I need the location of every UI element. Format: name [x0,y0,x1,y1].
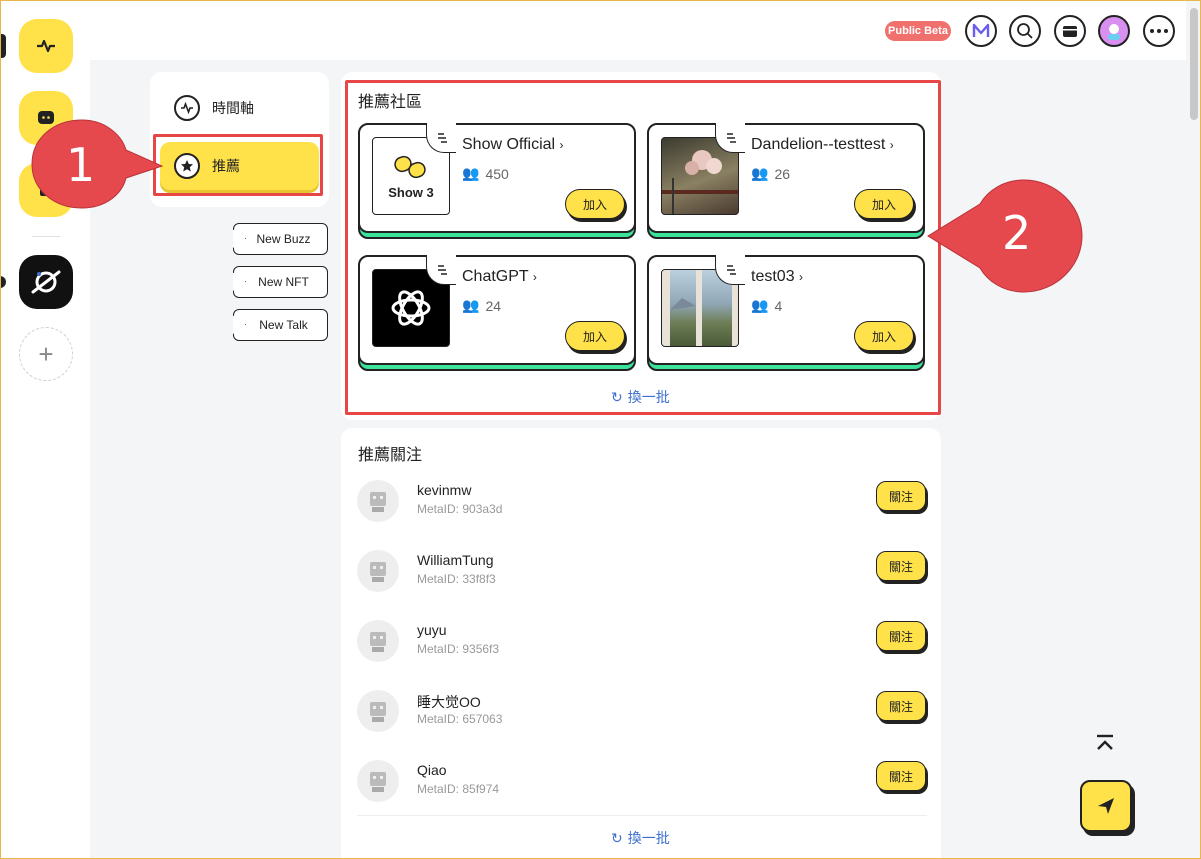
rail-app-indicator [0,276,6,288]
user-name[interactable]: WilliamTung [417,552,494,568]
chevron-up-bar-icon [1097,734,1113,750]
rail-active-indicator [0,34,6,58]
follow-button[interactable]: 關注 [876,691,926,721]
wallet-button[interactable] [1054,15,1086,47]
robot-avatar-icon [370,632,386,652]
avatar [357,620,399,662]
robot-avatar-icon [370,562,386,582]
scroll-to-top-button[interactable] [1094,734,1116,758]
avatar [357,690,399,732]
avatar [357,480,399,522]
activity-icon [37,39,55,53]
user-metaid: MetaID: 85f974 [417,782,500,796]
user-name[interactable]: 睡大觉OO [417,692,481,712]
follow-button[interactable]: 關注 [876,481,926,511]
user-row[interactable]: WilliamTung MetaID: 33f8f3 關注 [357,550,927,606]
refresh-icon: ↻ [611,829,623,846]
nav-timeline-label: 時間軸 [212,100,254,116]
robot-avatar-icon [370,702,386,722]
user-name[interactable]: Qiao [417,762,447,778]
add-icon: + [38,338,54,369]
follow-button[interactable]: 關注 [876,621,926,651]
add-community-button[interactable]: + [19,327,73,381]
robot-avatar-icon [370,772,386,792]
callout-highlight-1 [153,134,323,196]
list-divider [357,815,927,816]
follow-button[interactable]: 關注 [876,761,926,791]
user-name[interactable]: yuyu [417,622,447,638]
callout-number-1: 1 [66,138,96,192]
compose-post-button[interactable] [1080,780,1132,832]
metaid-button[interactable] [965,15,997,47]
timeline-icon [174,95,200,121]
callout-highlight-2 [345,80,941,415]
new-nft-button[interactable]: New NFT [233,266,328,298]
send-icon [1098,798,1114,814]
public-beta-badge: Public Beta [885,21,951,41]
follow-list: kevinmw MetaID: 903a3d 關注 WilliamTung Me… [341,428,941,859]
user-metaid: MetaID: 9356f3 [417,642,500,656]
search-button[interactable] [1009,15,1041,47]
user-avatar-icon [1108,24,1120,40]
follows-refresh-button[interactable]: ↻ 換一批 [611,828,670,848]
avatar [357,550,399,592]
orbit-app-icon [31,270,61,294]
user-metaid: MetaID: 903a3d [417,502,503,516]
new-buzz-button[interactable]: New Buzz [233,223,328,255]
more-icon [1150,29,1168,33]
user-metaid: MetaID: 33f8f3 [417,572,496,586]
user-row[interactable]: yuyu MetaID: 9356f3 關注 [357,620,927,676]
new-talk-button[interactable]: New Talk [233,309,328,341]
rail-divider [32,236,60,237]
scrollbar-thumb[interactable] [1190,8,1198,120]
user-metaid: MetaID: 657063 [417,712,503,726]
more-button[interactable] [1143,15,1175,47]
rail-orbit-app-button[interactable] [19,255,73,309]
user-row[interactable]: Qiao MetaID: 85f974 關注 [357,760,927,816]
user-row[interactable]: kevinmw MetaID: 903a3d 關注 [357,480,927,536]
rail-activity-button[interactable] [19,19,73,73]
wallet-icon [1063,26,1077,37]
profile-avatar-button[interactable] [1098,15,1130,47]
user-name[interactable]: kevinmw [417,482,471,498]
avatar [357,760,399,802]
scrollbar-track[interactable] [1186,0,1201,859]
metaid-logo-icon [972,23,990,37]
user-row[interactable]: 睡大觉OO MetaID: 657063 關注 [357,690,927,746]
follow-button[interactable]: 關注 [876,551,926,581]
robot-avatar-icon [370,492,386,512]
search-icon [1017,23,1033,39]
callout-number-2: 2 [1002,206,1032,260]
nav-timeline[interactable]: 時間軸 [160,84,319,132]
